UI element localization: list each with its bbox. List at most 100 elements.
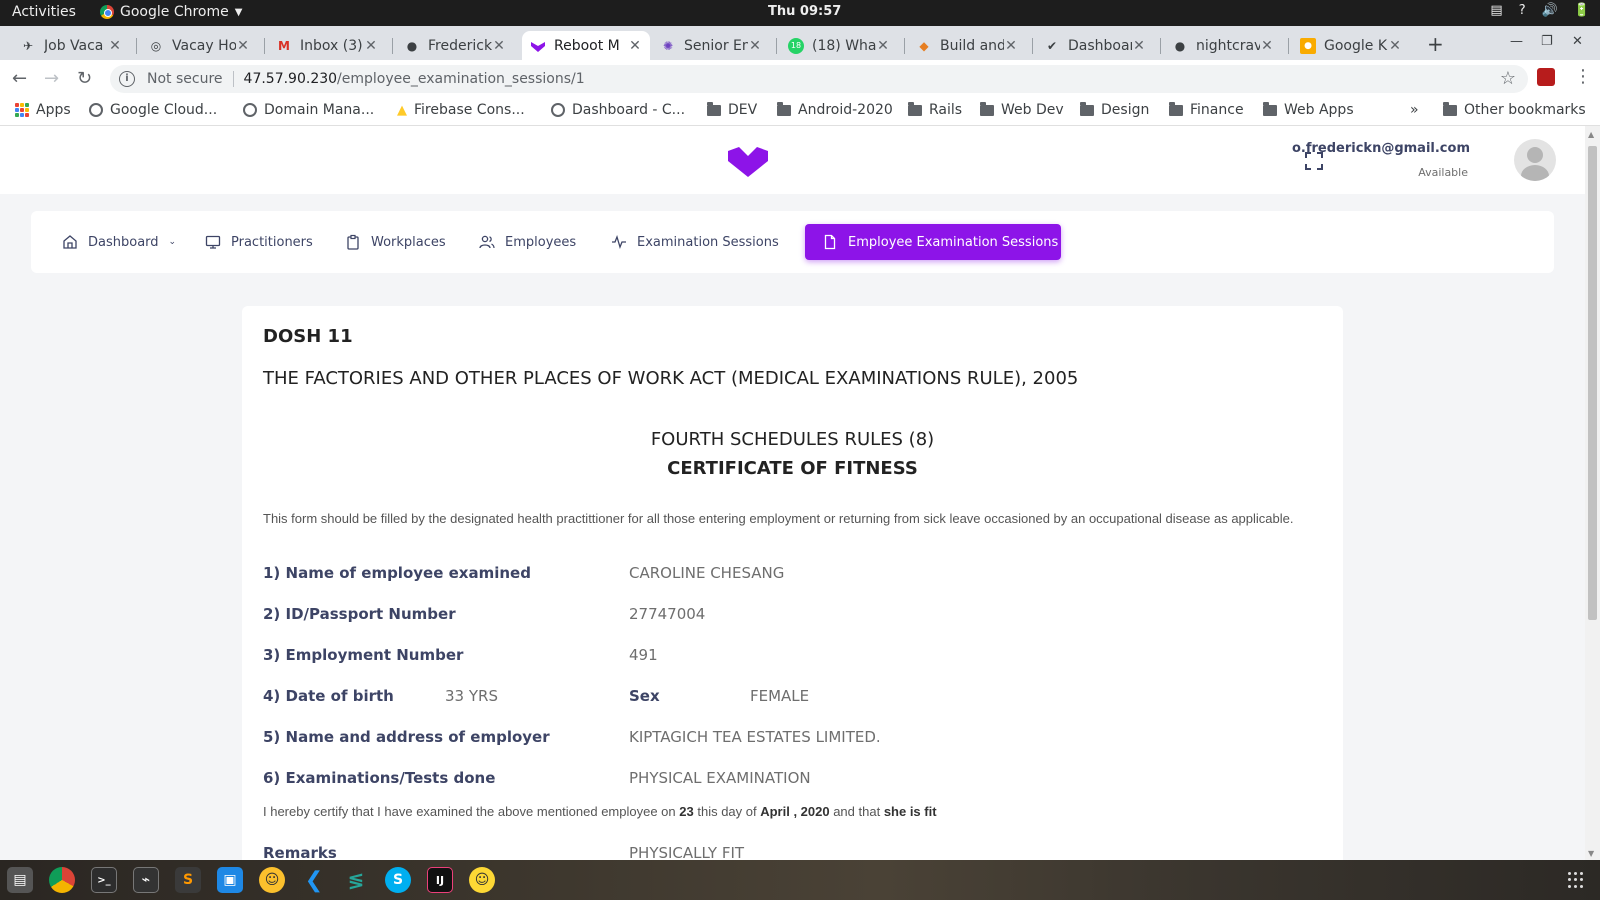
bookmark-folder-design[interactable]: Design [1080,101,1150,118]
sublime-text-icon[interactable]: S [175,867,201,893]
browser-tab-active[interactable]: Reboot M ✕ [522,31,650,60]
close-icon[interactable]: ✕ [1132,38,1146,54]
page-scrollbar[interactable]: ▲ ▼ [1585,126,1600,860]
browser-tab[interactable]: ◆ Build and ✕ [908,31,1026,60]
notes-icon[interactable]: ▤ [1490,3,1502,18]
app-menu[interactable]: Google Chrome ▼ [100,4,242,20]
show-applications-icon[interactable] [1568,872,1584,888]
files-icon[interactable]: ▤ [7,867,33,893]
android-studio-icon[interactable]: ☺ [469,867,495,893]
tab-title: Google K [1324,37,1387,54]
bookmark-label: Google Cloud... [110,102,218,118]
terminal-icon[interactable]: >_ [91,867,117,893]
close-icon[interactable]: ✕ [236,38,250,54]
browser-tab[interactable]: ◎ Vacay Ho ✕ [140,31,258,60]
close-icon[interactable]: ✕ [492,38,506,54]
extension-icon[interactable] [1537,68,1555,86]
close-icon[interactable]: ✕ [748,38,762,54]
scrollbar-thumb[interactable] [1588,146,1597,620]
bookmark-label: Design [1101,102,1150,118]
bookmark-dashboard[interactable]: Dashboard - C... [551,102,685,118]
android-studio-icon[interactable]: ☺ [259,867,285,893]
close-icon[interactable]: ✕ [1260,38,1274,54]
restore-icon[interactable]: ❐ [1541,34,1553,49]
clock[interactable]: Thu 09:57 [768,4,841,19]
nav-examination-sessions[interactable]: Examination Sessions [611,228,779,256]
minimize-icon[interactable]: — [1510,34,1523,49]
app-icon[interactable]: ≶ [343,867,369,893]
certification-statement: I hereby certify that I have examined th… [263,804,937,819]
bookmark-folder-finance[interactable]: Finance [1169,101,1244,118]
bookmark-folder-rails[interactable]: Rails [908,101,962,118]
field-value: 491 [629,646,658,664]
security-label[interactable]: Not secure [147,71,223,87]
avatar[interactable] [1514,139,1556,181]
certify-result: she is fit [883,804,937,819]
close-icon[interactable]: ✕ [108,38,122,54]
scroll-up-icon[interactable]: ▲ [1588,130,1594,139]
firebase-icon: ▲ [397,102,407,118]
activities-button[interactable]: Activities [12,4,76,20]
system-tray[interactable]: ▤ ? 🔊 🔋 [1490,3,1590,18]
activity-icon [612,235,626,249]
close-icon[interactable]: ✕ [628,38,642,54]
bookmark-apps[interactable]: Apps [15,102,71,118]
bookmarks-overflow-button[interactable]: » [1410,102,1419,118]
reload-icon[interactable]: ↻ [77,68,92,89]
battery-icon[interactable]: 🔋 [1574,3,1590,18]
browser-tab[interactable]: ✈ Job Vaca ✕ [12,31,130,60]
folder-icon [1080,101,1094,116]
close-icon[interactable]: ✕ [876,38,890,54]
skype-icon[interactable]: S [385,867,411,893]
bookmark-google-cloud[interactable]: Google Cloud... [89,102,217,118]
folder-icon [980,101,994,116]
scroll-down-icon[interactable]: ▼ [1588,849,1594,858]
certify-text: and that [829,804,884,819]
system-monitor-icon[interactable]: ⌁ [133,867,159,893]
nav-employees[interactable]: Employees [479,228,576,256]
bookmark-other[interactable]: Other bookmarks [1443,101,1586,118]
close-icon[interactable]: ✕ [1004,38,1018,54]
new-tab-button[interactable]: + [1427,32,1444,56]
bookmark-domain-manager[interactable]: Domain Mana... [243,102,374,118]
browser-tab[interactable]: ✔ Dashboar ✕ [1036,31,1154,60]
nav-practitioners[interactable]: Practitioners [205,228,313,256]
bookmark-folder-web-apps[interactable]: Web Apps [1263,101,1354,118]
screenshot-icon[interactable]: ▣ [217,867,243,893]
browser-tab[interactable]: ● Google K ✕ [1292,31,1410,60]
chrome-icon[interactable] [49,867,75,893]
bookmark-folder-android[interactable]: Android-2020 [777,101,893,118]
browser-tab[interactable]: ● Frederick ✕ [396,31,514,60]
nav-employee-examination-sessions[interactable]: Employee Examination Sessions [805,224,1061,260]
bookmark-folder-dev[interactable]: DEV [707,101,757,118]
bookmark-folder-web-dev[interactable]: Web Dev [980,101,1064,118]
info-icon[interactable]: i [119,71,135,87]
browser-tab[interactable]: ✺ Senior En ✕ [652,31,770,60]
vscode-icon[interactable]: ❮ [301,867,327,893]
bookmark-star-icon[interactable]: ☆ [1500,68,1516,89]
field-label: 4) Date of birth [263,687,394,705]
reboot-logo-icon[interactable] [728,147,768,177]
back-arrow-icon[interactable]: ← [12,68,27,89]
spinner-icon: ✺ [662,38,674,53]
user-email[interactable]: o.frederickn@gmail.com [1292,141,1470,156]
address-bar[interactable]: i Not secure 47.57.90.230/employee_exami… [110,65,1528,93]
close-window-icon[interactable]: ✕ [1572,34,1583,49]
browser-tab[interactable]: 18 (18) What ✕ [780,31,898,60]
bookmark-firebase[interactable]: ▲ Firebase Cons... [397,102,525,118]
close-icon[interactable]: ✕ [364,38,378,54]
url-text[interactable]: 47.57.90.230/employee_examination_sessio… [244,71,585,87]
close-icon[interactable]: ✕ [1388,38,1402,54]
file-icon [824,234,836,250]
forward-arrow-icon[interactable]: → [44,68,59,89]
nav-dashboard[interactable]: Dashboard ⌄ [62,228,176,256]
package-icon: ◆ [919,38,929,53]
nav-workplaces[interactable]: Workplaces [345,228,446,256]
github-icon: ● [1174,38,1186,53]
intellij-icon[interactable]: IJ [427,867,453,893]
help-icon[interactable]: ? [1519,3,1526,18]
chrome-menu-icon[interactable]: ⋮ [1574,66,1592,87]
browser-tab[interactable]: M Inbox (3) ✕ [268,31,386,60]
volume-icon[interactable]: 🔊 [1542,3,1558,18]
browser-tab[interactable]: ● nightcrav ✕ [1164,31,1282,60]
